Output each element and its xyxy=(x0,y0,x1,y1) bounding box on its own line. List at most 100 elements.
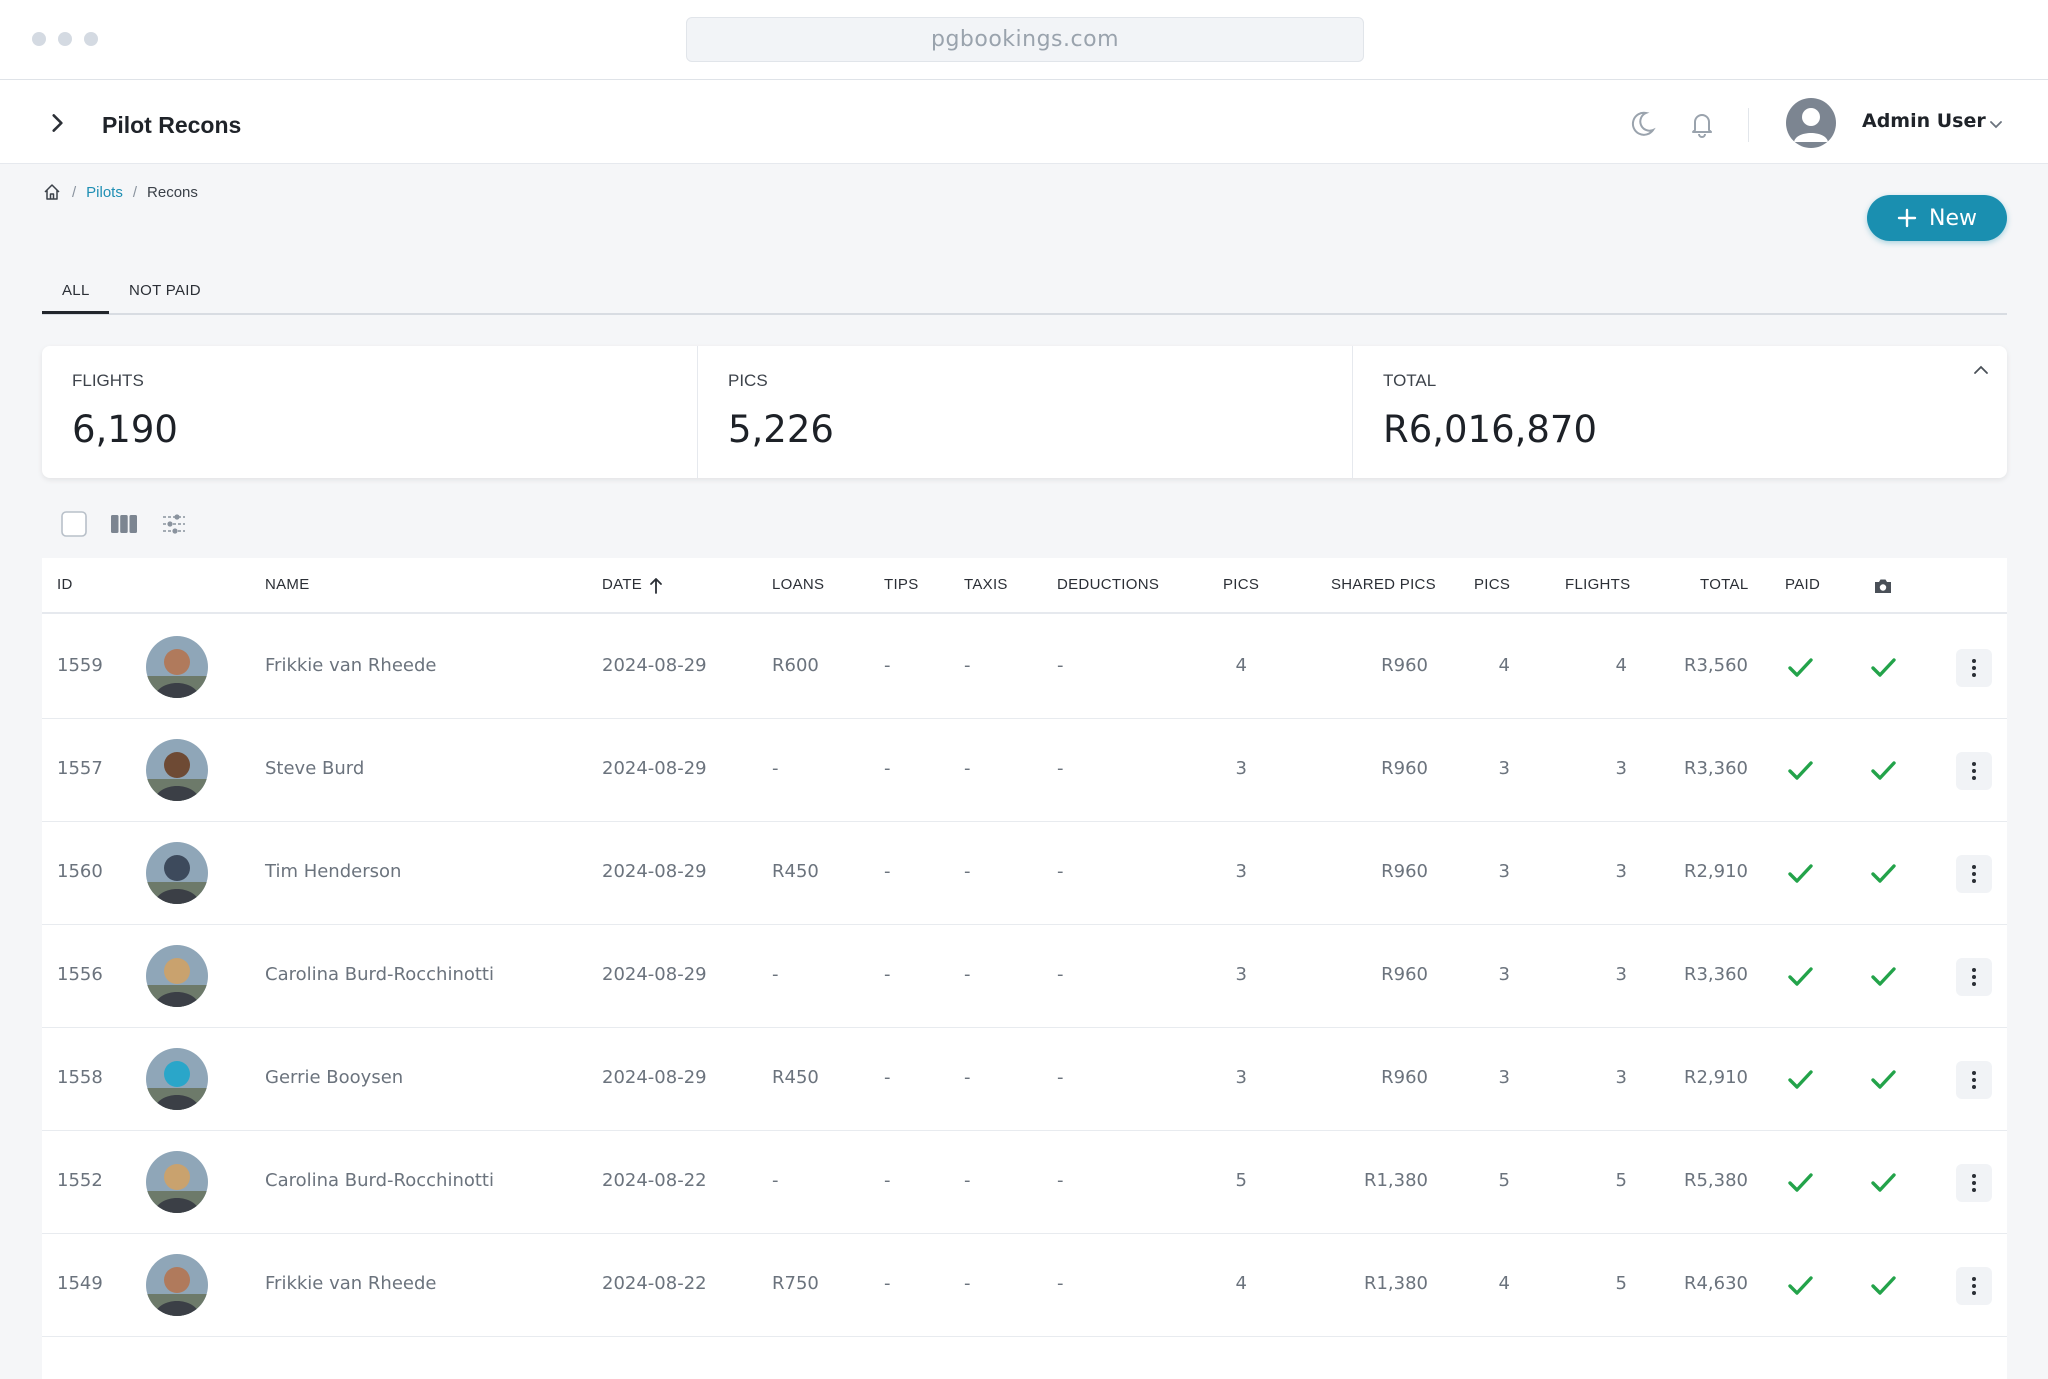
col-tips[interactable]: TIPS xyxy=(884,576,919,593)
cell-total: R2,910 xyxy=(1683,861,1748,882)
cell-taxis: - xyxy=(964,1170,971,1191)
stat-label: FLIGHTS xyxy=(72,371,144,390)
cell-taxis: - xyxy=(964,964,971,985)
col-total[interactable]: TOTAL xyxy=(1700,576,1748,593)
select-all-checkbox[interactable] xyxy=(60,510,88,538)
columns-icon[interactable] xyxy=(110,510,138,538)
col-name[interactable]: NAME xyxy=(265,576,310,593)
table-row[interactable]: 1559 Frikkie van Rheede 2024-08-29 R600 - - - 4… xyxy=(42,616,2007,719)
cell-tips: - xyxy=(884,1170,891,1191)
cell-name[interactable]: Carolina Burd-Rocchinotti xyxy=(265,964,494,985)
filter-sliders-icon[interactable] xyxy=(160,510,188,538)
col-paid[interactable]: PAID xyxy=(1785,576,1820,593)
cell-deductions: - xyxy=(1057,1273,1064,1294)
cell-id: 1558 xyxy=(57,1067,103,1088)
window-dot-maximize[interactable] xyxy=(84,32,98,46)
window-dot-close[interactable] xyxy=(32,32,46,46)
row-actions-button[interactable] xyxy=(1956,1267,1992,1305)
window-controls xyxy=(32,32,98,46)
row-actions-button[interactable] xyxy=(1956,752,1992,790)
col-pics-2[interactable]: PICS xyxy=(1474,576,1510,593)
pilot-photo xyxy=(146,1254,208,1316)
col-taxis[interactable]: TAXIS xyxy=(964,576,1008,593)
tab-not-paid[interactable]: NOT PAID xyxy=(129,282,201,299)
breadcrumb-separator: / xyxy=(132,183,138,201)
user-menu-chevron-down-icon[interactable] xyxy=(1988,116,2004,132)
home-icon[interactable] xyxy=(42,182,62,202)
stat-label: TOTAL xyxy=(1383,371,1437,390)
cell-shared-pics: R960 xyxy=(1381,758,1428,779)
cell-date: 2024-08-22 xyxy=(602,1273,707,1294)
stat-value: 6,190 xyxy=(72,408,178,451)
cell-id: 1559 xyxy=(57,655,103,676)
breadcrumb: / Pilots / Recons xyxy=(42,182,198,202)
cell-id: 1557 xyxy=(57,758,103,779)
dark-mode-moon-icon[interactable] xyxy=(1626,108,1658,140)
cell-tips: - xyxy=(884,861,891,882)
user-name[interactable]: Admin User xyxy=(1862,110,1986,132)
user-avatar[interactable] xyxy=(1786,98,1836,148)
collapse-chevron-up-icon[interactable] xyxy=(1971,360,1991,380)
cell-id: 1549 xyxy=(57,1273,103,1294)
cell-name[interactable]: Carolina Burd-Rocchinotti xyxy=(265,1170,494,1191)
row-actions-button[interactable] xyxy=(1956,1061,1992,1099)
table-row[interactable]: 1558 Gerrie Booysen 2024-08-29 R450 - - - 3 R960… xyxy=(42,1028,2007,1131)
photos-check-icon xyxy=(1868,755,1898,785)
cell-date: 2024-08-29 xyxy=(602,655,707,676)
stat-pics: PICS 5,226 xyxy=(697,346,1352,478)
table-row[interactable]: 1557 Steve Burd 2024-08-29 - - - - 3 R960 3 3 R3,36… xyxy=(42,719,2007,822)
row-actions-button[interactable] xyxy=(1956,649,1992,687)
active-tab-indicator xyxy=(42,311,109,314)
cell-tips: - xyxy=(884,1273,891,1294)
table-row[interactable]: 1556 Carolina Burd-Rocchinotti 2024-08-29 -… xyxy=(42,925,2007,1028)
cell-date: 2024-08-29 xyxy=(602,861,707,882)
col-flights[interactable]: FLIGHTS xyxy=(1565,576,1630,593)
more-vertical-icon xyxy=(1972,865,1976,883)
col-id[interactable]: ID xyxy=(57,576,73,593)
col-loans[interactable]: LOANS xyxy=(772,576,824,593)
pilot-photo xyxy=(146,1048,208,1110)
cell-flights: 3 xyxy=(1615,964,1627,985)
row-actions-button[interactable] xyxy=(1956,1164,1992,1202)
new-button[interactable]: New xyxy=(1867,195,2007,241)
col-date[interactable]: DATE xyxy=(602,576,642,593)
table-row[interactable]: 1549 Frikkie van Rheede 2024-08-22 R750 - - - 4… xyxy=(42,1234,2007,1337)
cell-pics: 3 xyxy=(1235,758,1247,779)
cell-loans: R600 xyxy=(772,655,819,676)
cell-tips: - xyxy=(884,1067,891,1088)
photos-check-icon xyxy=(1868,1270,1898,1300)
row-actions-button[interactable] xyxy=(1956,855,1992,893)
col-pics[interactable]: PICS xyxy=(1223,576,1259,593)
cell-pics-2: 3 xyxy=(1498,1067,1510,1088)
tab-all[interactable]: ALL xyxy=(62,282,90,299)
new-button-label: New xyxy=(1929,205,1977,231)
sidebar-toggle-chevron-right-icon[interactable] xyxy=(44,110,70,136)
table-row[interactable]: 1560 Tim Henderson 2024-08-29 R450 - - - 3 R960 3… xyxy=(42,822,2007,925)
sort-arrow-up-icon[interactable] xyxy=(648,577,664,595)
cell-id: 1552 xyxy=(57,1170,103,1191)
col-shared-pics[interactable]: SHARED PICS xyxy=(1331,576,1436,593)
cell-date: 2024-08-29 xyxy=(602,758,707,779)
breadcrumb-separator: / xyxy=(72,183,77,201)
window-dot-minimize[interactable] xyxy=(58,32,72,46)
cell-name[interactable]: Tim Henderson xyxy=(265,861,401,882)
cell-name[interactable]: Gerrie Booysen xyxy=(265,1067,403,1088)
cell-shared-pics: R960 xyxy=(1381,1067,1428,1088)
cell-pics-2: 3 xyxy=(1498,861,1510,882)
notifications-bell-icon[interactable] xyxy=(1686,108,1718,140)
cell-pics-2: 5 xyxy=(1498,1170,1510,1191)
page-title: Pilot Recons xyxy=(102,112,242,138)
breadcrumb-pilots-link[interactable]: Pilots xyxy=(86,184,123,201)
address-bar[interactable]: pgbookings.com xyxy=(686,17,1364,62)
stat-value: R6,016,870 xyxy=(1383,408,1598,451)
user-avatar-icon xyxy=(1794,108,1828,142)
cell-total: R3,360 xyxy=(1683,758,1748,779)
cell-name[interactable]: Steve Burd xyxy=(265,758,364,779)
cell-date: 2024-08-29 xyxy=(602,964,707,985)
cell-name[interactable]: Frikkie van Rheede xyxy=(265,1273,436,1294)
table-row[interactable]: 1552 Carolina Burd-Rocchinotti 2024-08-22 -… xyxy=(42,1131,2007,1234)
row-actions-button[interactable] xyxy=(1956,958,1992,996)
cell-shared-pics: R960 xyxy=(1381,964,1428,985)
cell-name[interactable]: Frikkie van Rheede xyxy=(265,655,436,676)
col-deductions[interactable]: DEDUCTIONS xyxy=(1057,576,1159,593)
